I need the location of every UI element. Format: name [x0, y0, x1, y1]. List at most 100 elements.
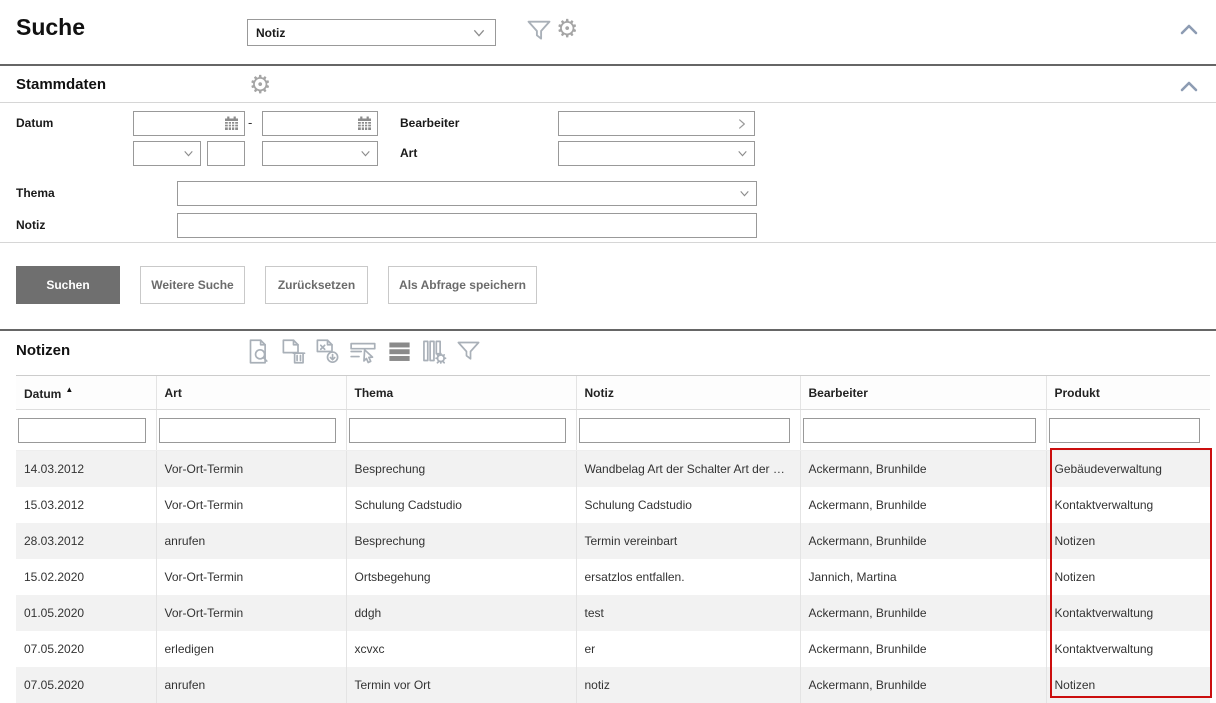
settings-gear-icon[interactable]: ⚙	[556, 16, 578, 43]
art-select[interactable]	[558, 141, 755, 166]
datum-von-field[interactable]	[133, 111, 245, 136]
cell-thema: ddgh	[346, 595, 576, 631]
cell-thema: Ortsbegehung	[346, 559, 576, 595]
row-select-icon[interactable]	[348, 338, 379, 365]
cell-bearbeiter: Ackermann, Brunhilde	[800, 667, 1046, 703]
notizen-header-row: Datum ▲ Art ThemaNotiz Bearbeiter Produkt	[16, 376, 1210, 410]
cell-thema: xcvxc	[346, 631, 576, 667]
document-delete-icon[interactable]	[280, 338, 307, 365]
notizen-filter-row	[16, 410, 1210, 451]
cell-datum: 07.05.2020	[16, 631, 156, 667]
cell-datum: 15.03.2012	[16, 487, 156, 523]
cell-datum: 28.03.2012	[16, 523, 156, 559]
chevron-right-icon	[735, 117, 749, 131]
datum-count-input[interactable]	[207, 141, 245, 166]
filter-input-bearbeiter[interactable]	[803, 418, 1036, 443]
document-preview-icon[interactable]	[246, 338, 273, 365]
column-header-label: Datum	[24, 387, 61, 401]
cell-bearbeiter: Ackermann, Brunhilde	[800, 631, 1046, 667]
datum-unit-select[interactable]	[133, 141, 201, 166]
cell-art: Vor-Ort-Termin	[156, 595, 346, 631]
cell-notiz: test	[576, 595, 800, 631]
chevron-down-icon	[471, 25, 487, 41]
notiz-label: Notiz	[16, 218, 45, 232]
table-row[interactable]: 07.05.2020anrufenTermin vor OrtnotizAcke…	[16, 667, 1210, 703]
filter-input-notiz[interactable]	[579, 418, 790, 443]
column-header-bearbeiter[interactable]: Bearbeiter	[800, 376, 1046, 410]
cell-art: anrufen	[156, 667, 346, 703]
cell-bearbeiter: Ackermann, Brunhilde	[800, 523, 1046, 559]
column-header-art[interactable]: Art	[156, 376, 346, 410]
cell-thema: Besprechung	[346, 523, 576, 559]
filter-icon[interactable]	[454, 338, 483, 365]
filter-input-produkt[interactable]	[1049, 418, 1201, 443]
notizen-section-title: Notizen	[16, 342, 70, 359]
cell-notiz: Wandbelag Art der Schalter Art der St...	[576, 451, 800, 488]
cell-notiz: er	[576, 631, 800, 667]
cell-notiz: notiz	[576, 667, 800, 703]
column-header-label: Produkt	[1055, 386, 1100, 400]
cell-art: Vor-Ort-Termin	[156, 559, 346, 595]
cell-produkt: Notizen	[1046, 667, 1210, 703]
cell-produkt: Notizen	[1046, 523, 1210, 559]
bearbeiter-field[interactable]	[558, 111, 755, 136]
cell-datum: 15.02.2020	[16, 559, 156, 595]
cell-thema: Besprechung	[346, 451, 576, 488]
collapse-stammdaten-icon[interactable]	[1180, 79, 1198, 97]
cell-notiz: ersatzlos entfallen.	[576, 559, 800, 595]
table-row[interactable]: 07.05.2020erledigenxcvxcerAckermann, Bru…	[16, 631, 1210, 667]
cell-produkt: Kontaktverwaltung	[1046, 487, 1210, 523]
filter-input-art[interactable]	[159, 418, 336, 443]
filter-input-thema[interactable]	[349, 418, 566, 443]
cell-art: Vor-Ort-Termin	[156, 487, 346, 523]
collapse-suche-icon[interactable]	[1180, 22, 1198, 40]
cell-datum: 07.05.2020	[16, 667, 156, 703]
table-row[interactable]: 14.03.2012Vor-Ort-TerminBesprechungWandb…	[16, 451, 1210, 488]
thema-select[interactable]	[177, 181, 757, 206]
page-title: Suche	[16, 14, 85, 41]
filter-icon[interactable]	[524, 17, 554, 45]
stammdaten-gear-icon[interactable]: ⚙	[249, 72, 271, 99]
thema-label: Thema	[16, 186, 55, 200]
suchen-button[interactable]: Suchen	[16, 266, 120, 304]
zuruecksetzen-button[interactable]: Zurücksetzen	[265, 266, 368, 304]
chevron-down-icon	[738, 187, 751, 200]
calendar-icon	[357, 116, 372, 131]
column-header-label: Art	[165, 386, 182, 400]
search-type-dropdown[interactable]: Notiz	[247, 19, 496, 46]
section-divider	[0, 329, 1216, 331]
cell-produkt: Kontaktverwaltung	[1046, 631, 1210, 667]
notizen-table-body: 14.03.2012Vor-Ort-TerminBesprechungWandb…	[16, 451, 1210, 703]
bearbeiter-label: Bearbeiter	[400, 116, 459, 130]
art-label: Art	[400, 146, 417, 160]
filter-input-datum[interactable]	[18, 418, 146, 443]
notizen-table: Datum ▲ Art ThemaNotiz Bearbeiter Produkt 14.…	[16, 375, 1210, 703]
column-settings-icon[interactable]	[420, 338, 447, 365]
cell-notiz: Schulung Cadstudio	[576, 487, 800, 523]
datum-range-separator: -	[248, 115, 252, 130]
column-header-notiz[interactable]: Notiz	[576, 376, 800, 410]
stammdaten-section-title: Stammdaten	[16, 76, 106, 93]
column-header-datum[interactable]: Datum ▲	[16, 376, 156, 410]
datum-bis-field[interactable]	[262, 111, 378, 136]
column-header-produkt[interactable]: Produkt	[1046, 376, 1210, 410]
datum-period-select[interactable]	[262, 141, 378, 166]
table-row[interactable]: 15.03.2012Vor-Ort-Termin Schulung Cadstud…	[16, 487, 1210, 523]
list-rows-icon[interactable]	[386, 338, 413, 365]
chevron-down-icon	[182, 147, 195, 160]
export-download-icon[interactable]	[314, 338, 341, 365]
notizen-toolbar	[246, 338, 483, 365]
als-abfrage-speichern-button[interactable]: Als Abfrage speichern	[388, 266, 537, 304]
sort-ascending-icon: ▲	[65, 385, 73, 394]
cell-bearbeiter: Ackermann, Brunhilde	[800, 487, 1046, 523]
column-header-thema[interactable]: Thema	[346, 376, 576, 410]
column-header-label: Bearbeiter	[809, 386, 868, 400]
cell-bearbeiter: Ackermann, Brunhilde	[800, 595, 1046, 631]
cell-produkt: Gebäudeverwaltung	[1046, 451, 1210, 488]
table-row[interactable]: 15.02.2020Vor-Ort-TerminOrtsbegehungersa…	[16, 559, 1210, 595]
notiz-input[interactable]	[177, 213, 757, 238]
chevron-down-icon	[359, 147, 372, 160]
table-row[interactable]: 28.03.2012anrufenBesprechungTermin verei…	[16, 523, 1210, 559]
table-row[interactable]: 01.05.2020Vor-Ort-TerminddghtestAckerman…	[16, 595, 1210, 631]
weitere-suche-button[interactable]: Weitere Suche	[140, 266, 245, 304]
